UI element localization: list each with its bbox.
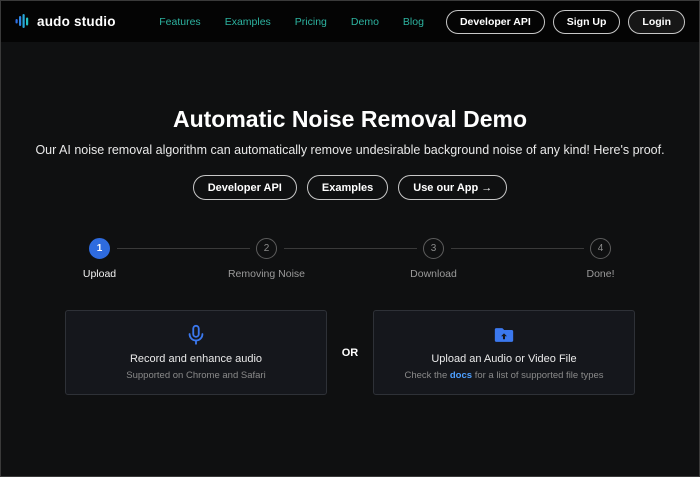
docs-link[interactable]: docs [450,370,472,381]
record-card-subtitle: Supported on Chrome and Safari [126,370,266,381]
step-3-label: Download [410,268,457,280]
record-card-title: Record and enhance audio [129,353,263,365]
step-4-circle: 4 [590,238,611,259]
upload-options: Record and enhance audio Supported on Ch… [1,310,699,395]
upload-card-subtitle: Check the docs for a list of supported f… [404,370,603,381]
progress-stepper: 1 Upload 2 Removing Noise 3 Download 4 D… [16,238,684,280]
step-4-label: Done! [586,268,615,280]
microphone-icon [185,324,207,346]
page-title: Automatic Noise Removal Demo [172,106,528,132]
page-subtitle: Our AI noise removal algorithm can autom… [35,143,665,157]
upload-file-card[interactable]: Upload an Audio or Video File Check the … [373,310,635,395]
hero-developer-api-button[interactable]: Developer API [192,175,297,200]
step-1-circle: 1 [89,238,110,259]
nav-link-demo[interactable]: Demo [351,16,379,28]
step-2-circle: 2 [256,238,277,259]
nav-buttons: Developer API Sign Up Login [445,9,685,34]
step-upload: 1 Upload [16,238,250,280]
step-2-label: Removing Noise [227,268,306,280]
folder-upload-icon [493,324,515,346]
main-content: Automatic Noise Removal Demo Our AI nois… [1,42,699,395]
or-separator: OR [341,346,359,359]
nav-link-features[interactable]: Features [159,16,200,28]
step-1-label: Upload [82,268,117,280]
nav-link-pricing[interactable]: Pricing [295,16,327,28]
logo[interactable]: audo studio [15,13,116,31]
page: audo studio Features Examples Pricing De… [0,0,700,477]
top-navbar: audo studio Features Examples Pricing De… [1,1,699,42]
step-removing-noise: 2 Removing Noise [183,238,417,280]
nav-link-examples[interactable]: Examples [225,16,271,28]
audo-logo-icon [15,13,31,29]
login-button[interactable]: Login [628,9,685,34]
upload-subtitle-prefix: Check the [404,370,450,381]
signup-button[interactable]: Sign Up [552,9,621,34]
logo-text: audo studio [37,14,116,29]
nav-link-blog[interactable]: Blog [403,16,424,28]
use-our-app-button[interactable]: Use our App → [398,175,508,200]
developer-api-button[interactable]: Developer API [445,9,545,34]
step-3-circle: 3 [423,238,444,259]
step-download: 3 Download [350,238,584,280]
hero-examples-button[interactable]: Examples [306,175,389,200]
hero-buttons: Developer API Examples Use our App → [1,175,699,200]
nav-links: Features Examples Pricing Demo Blog [159,16,424,28]
upload-card-title: Upload an Audio or Video File [431,353,577,365]
record-audio-card[interactable]: Record and enhance audio Supported on Ch… [65,310,327,395]
step-done: 4 Done! [517,238,684,280]
upload-subtitle-suffix: for a list of supported file types [472,370,604,381]
